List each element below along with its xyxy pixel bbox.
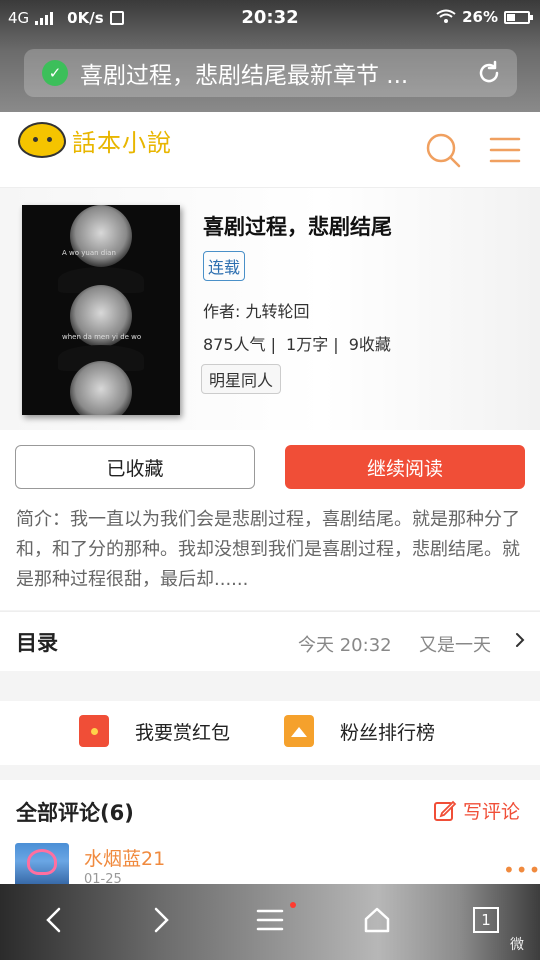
status-bar: 4G 0K/s 20:32 26% <box>0 0 540 36</box>
battery-icon <box>504 10 533 24</box>
logo-text: 話本小說 <box>72 128 172 157</box>
menu-icon[interactable] <box>485 130 525 170</box>
write-comment-label: 写评论 <box>463 801 521 823</box>
cover-caption-1: A wo yuan dian <box>62 249 116 257</box>
home-icon[interactable] <box>355 898 399 942</box>
wifi-icon <box>436 9 456 23</box>
browser-top-chrome: 4G 0K/s 20:32 26% ✓ 喜剧过程，悲剧结尾最新章节 ... <box>0 0 540 112</box>
address-bar[interactable]: ✓ 喜剧过程，悲剧结尾最新章节 ... <box>24 49 517 97</box>
comments-section: 全部评论(6) 写评论 水烟蓝21 01-25 ••• <box>0 780 540 888</box>
fan-ranking-icon <box>284 715 314 747</box>
popularity-count: 875人气 | <box>203 335 277 354</box>
logo-mascot-icon <box>18 122 66 158</box>
book-title: 喜剧过程，悲剧结尾 <box>203 215 392 239</box>
update-time: 今天 20:32 <box>298 635 392 656</box>
book-actions: 已收藏 继续阅读 简介：我一直以为我们会是悲剧过程，喜剧结尾。就是那种分了和，和… <box>0 430 540 610</box>
book-stats: 875人气 | 1万字 | 9收藏 <box>203 331 391 355</box>
edit-icon <box>434 800 457 821</box>
word-count: 1万字 | <box>286 335 339 354</box>
table-of-contents-row[interactable]: 目录 今天 20:32 又是一天 <box>0 611 540 671</box>
weibo-watermark-icon: 微 <box>510 937 524 953</box>
menu-icon[interactable] <box>248 898 292 942</box>
write-comment-button[interactable]: 写评论 <box>433 797 520 824</box>
book-intro: 简介：我一直以为我们会是悲剧过程，喜剧结尾。就是那种分了和，和了分的那种。我却没… <box>16 509 520 590</box>
site-logo[interactable]: 話本小說 <box>18 122 172 158</box>
cover-portrait-1 <box>70 205 132 267</box>
page-title-in-address-bar[interactable]: 喜剧过程，悲剧结尾最新章节 ... <box>80 56 469 90</box>
notification-dot <box>290 902 296 908</box>
fan-ranking-button[interactable]: 粉丝排行榜 <box>284 715 435 747</box>
toc-label: 目录 <box>16 631 58 655</box>
back-icon[interactable] <box>32 898 76 942</box>
red-packet-icon <box>79 715 109 747</box>
site-header: 話本小說 <box>0 112 540 188</box>
red-packet-button[interactable]: 我要赏红包 <box>79 715 230 747</box>
battery-percent: 26% <box>462 8 498 26</box>
favorited-button[interactable]: 已收藏 <box>15 445 255 489</box>
cover-portrait-3 <box>70 361 132 415</box>
rewards-row: 我要赏红包 粉丝排行榜 <box>0 701 540 765</box>
tabs-count: 1 <box>473 907 499 933</box>
red-packet-label: 我要赏红包 <box>135 721 231 744</box>
continue-reading-button[interactable]: 继续阅读 <box>285 445 525 489</box>
author-label[interactable]: 作者: 九转轮回 <box>203 298 309 322</box>
tabs-icon[interactable]: 1 <box>464 898 508 942</box>
forward-icon[interactable] <box>139 898 183 942</box>
chevron-right-icon <box>516 633 525 647</box>
category-tag[interactable]: 明星同人 <box>201 364 282 394</box>
book-cover[interactable]: A wo yuan dian when da men yi de wo <box>22 205 180 415</box>
more-options-icon[interactable]: ••• <box>503 858 540 882</box>
comments-header: 全部评论(6) <box>16 801 134 825</box>
latest-chapter[interactable]: 又是一天 <box>419 631 491 657</box>
favorites-count: 9收藏 <box>348 335 391 354</box>
status-badge: 连载 <box>203 251 246 281</box>
fan-ranking-label: 粉丝排行榜 <box>340 721 436 744</box>
cover-caption-2: when da men yi de wo <box>62 333 142 341</box>
avatar[interactable] <box>15 843 69 888</box>
search-icon[interactable] <box>423 130 463 170</box>
secure-shield-icon: ✓ <box>42 60 68 86</box>
comment-username[interactable]: 水烟蓝21 <box>84 844 165 871</box>
reload-icon[interactable] <box>469 53 509 93</box>
browser-bottom-bar: 1 <box>0 884 540 960</box>
